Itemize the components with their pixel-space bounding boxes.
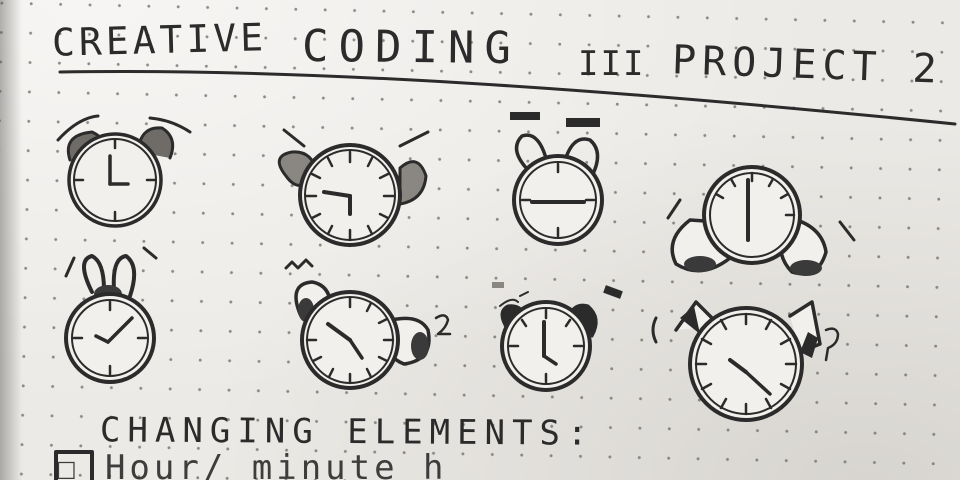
- title-project: PROJECT 2: [671, 37, 944, 93]
- title-coding: CODING: [301, 20, 522, 75]
- title-creative: CREATIVE: [51, 15, 268, 65]
- alarm-clock-2: [277, 128, 430, 247]
- alarm-clock-6: [284, 258, 452, 390]
- alarm-clock-1: [56, 114, 192, 228]
- checklist-item: ☐ Hour/ minute h: [56, 448, 448, 480]
- alarm-clock-5: [64, 246, 158, 384]
- alarm-clock-7: [492, 282, 623, 392]
- title-roman-numeral: III: [578, 44, 646, 84]
- alarm-clock-4: [666, 165, 856, 276]
- notebook-page: CREATIVE CODING III PROJECT 2 CHANGING E…: [0, 0, 960, 480]
- alarm-clock-8: [651, 300, 840, 422]
- alarm-clock-3: [510, 112, 604, 246]
